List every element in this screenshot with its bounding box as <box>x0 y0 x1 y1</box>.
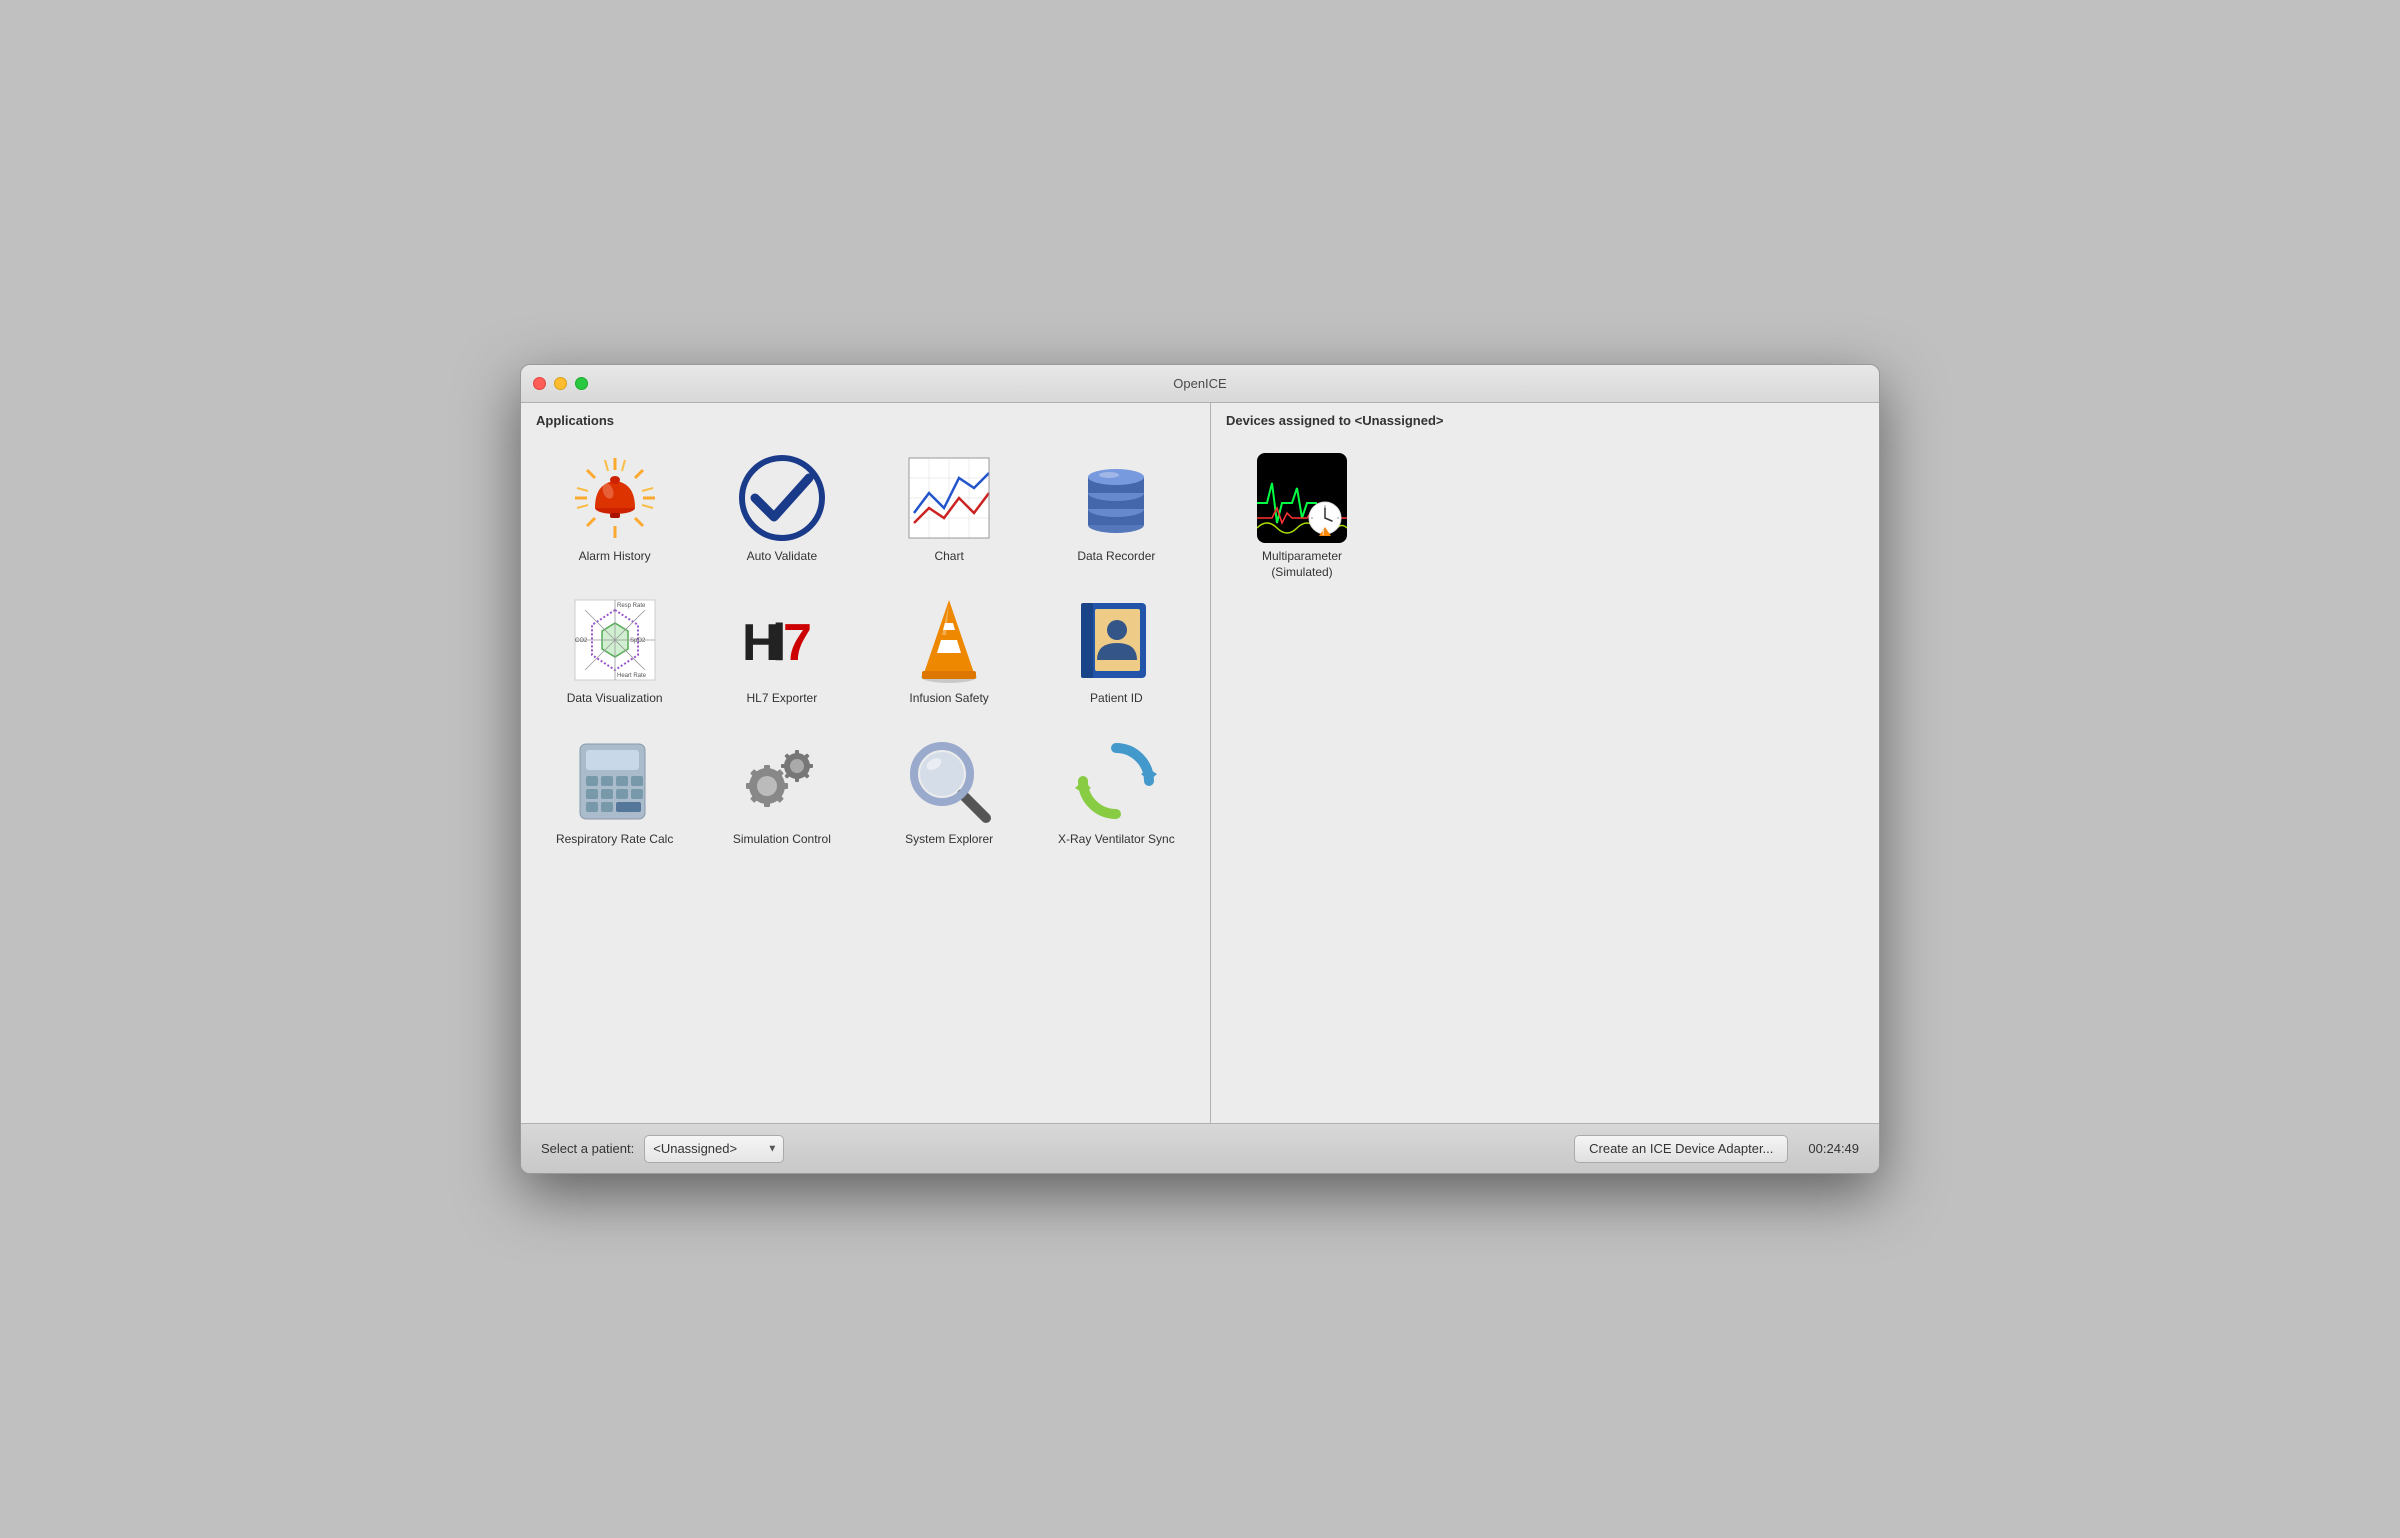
app-xray-ventilator-sync[interactable]: X-Ray Ventilator Sync <box>1038 726 1195 858</box>
devices-panel-title: Devices assigned to <Unassigned> <box>1221 413 1869 428</box>
patient-select[interactable]: <Unassigned> <box>644 1135 784 1163</box>
simulation-control-icon <box>737 736 827 826</box>
app-chart[interactable]: Chart <box>871 443 1028 575</box>
minimize-button[interactable] <box>554 377 567 390</box>
svg-text:Resp Rate: Resp Rate <box>617 603 646 609</box>
svg-text:CO2: CO2 <box>575 638 588 644</box>
patient-id-icon <box>1071 595 1161 685</box>
app-system-explorer[interactable]: System Explorer <box>871 726 1028 858</box>
applications-panel-title: Applications <box>531 413 1200 428</box>
infusion-safety-label: Infusion Safety <box>909 691 988 707</box>
data-recorder-icon <box>1071 453 1161 543</box>
close-button[interactable] <box>533 377 546 390</box>
data-visualization-label: Data Visualization <box>567 691 663 707</box>
app-data-visualization[interactable]: Resp Rate Heart Rate SpO2 CO2 Data Visua… <box>536 585 693 717</box>
multiparameter-simulated-icon: ! <box>1257 453 1347 543</box>
system-explorer-icon <box>904 736 994 826</box>
respiratory-rate-calc-icon <box>570 736 660 826</box>
svg-text:7: 7 <box>783 614 812 672</box>
maximize-button[interactable] <box>575 377 588 390</box>
applications-panel: Applications <box>521 403 1211 1123</box>
footer-left: Select a patient: <Unassigned> ▼ <box>541 1135 1043 1163</box>
app-simulation-control[interactable]: Simulation Control <box>703 726 860 858</box>
app-infusion-safety[interactable]: Infusion Safety <box>871 585 1028 717</box>
device-multiparameter-simulated[interactable]: ! Multiparameter(Simulated) <box>1226 443 1378 590</box>
auto-validate-label: Auto Validate <box>747 549 818 565</box>
auto-validate-icon <box>737 453 827 543</box>
respiratory-rate-calc-label: Respiratory Rate Calc <box>556 832 673 848</box>
xray-ventilator-sync-label: X-Ray Ventilator Sync <box>1058 832 1175 848</box>
data-visualization-icon: Resp Rate Heart Rate SpO2 CO2 <box>570 595 660 685</box>
chart-icon <box>904 453 994 543</box>
app-respiratory-rate-calc[interactable]: Respiratory Rate Calc <box>536 726 693 858</box>
xray-ventilator-sync-icon <box>1071 736 1161 826</box>
svg-text:!: ! <box>1322 530 1324 537</box>
infusion-safety-icon <box>904 595 994 685</box>
system-explorer-label: System Explorer <box>905 832 993 848</box>
devices-grid: ! Multiparameter(Simulated) <box>1221 438 1869 595</box>
devices-panel: Devices assigned to <Unassigned> <box>1211 403 1879 1123</box>
create-ice-device-adapter-button[interactable]: Create an ICE Device Adapter... <box>1574 1135 1788 1163</box>
svg-text:Heart Rate: Heart Rate <box>617 673 647 679</box>
select-patient-label: Select a patient: <box>541 1141 634 1156</box>
window-title: OpenICE <box>1173 376 1226 391</box>
main-window: OpenICE Applications <box>520 364 1880 1174</box>
multiparameter-simulated-label: Multiparameter(Simulated) <box>1262 549 1342 580</box>
traffic-lights <box>533 377 588 390</box>
footer: Select a patient: <Unassigned> ▼ Create … <box>521 1123 1879 1173</box>
app-alarm-history[interactable]: Alarm History <box>536 443 693 575</box>
svg-text:SpO2: SpO2 <box>630 638 646 644</box>
footer-time: 00:24:49 <box>1808 1141 1859 1156</box>
patient-id-label: Patient ID <box>1090 691 1143 707</box>
titlebar: OpenICE <box>521 365 1879 403</box>
app-patient-id[interactable]: Patient ID <box>1038 585 1195 717</box>
hl7-exporter-label: HL7 Exporter <box>747 691 818 707</box>
app-auto-validate[interactable]: Auto Validate <box>703 443 860 575</box>
apps-grid: Alarm History Auto Validate <box>531 438 1200 863</box>
alarm-history-label: Alarm History <box>579 549 651 565</box>
hl7-exporter-icon: H l 7 <box>737 595 827 685</box>
patient-select-wrapper: <Unassigned> ▼ <box>644 1135 784 1163</box>
alarm-history-icon <box>570 453 660 543</box>
data-recorder-label: Data Recorder <box>1077 549 1155 565</box>
app-data-recorder[interactable]: Data Recorder <box>1038 443 1195 575</box>
footer-right: Create an ICE Device Adapter... 00:24:49 <box>1574 1135 1859 1163</box>
app-hl7-exporter[interactable]: H l 7 HL7 Exporter <box>703 585 860 717</box>
simulation-control-label: Simulation Control <box>733 832 831 848</box>
main-content: Applications <box>521 403 1879 1123</box>
chart-label: Chart <box>934 549 963 565</box>
